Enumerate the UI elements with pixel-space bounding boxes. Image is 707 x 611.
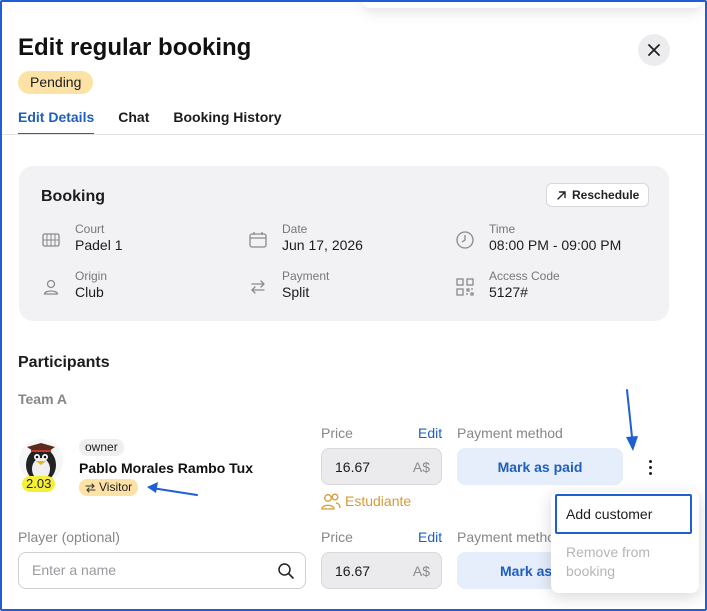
split-arrows-icon: [251, 280, 265, 294]
tab-edit-details[interactable]: Edit Details: [18, 109, 95, 135]
court-label: Court: [75, 222, 105, 236]
arrow-up-right-icon: [557, 190, 566, 200]
role-badge: owner: [79, 439, 124, 456]
team-label: Team A: [18, 391, 68, 407]
player-name-field[interactable]: [18, 552, 306, 589]
modal: Edit regular booking Pending Edit Detail…: [0, 0, 707, 611]
access-code-label: Access Code: [489, 269, 560, 283]
payment-method-label: Payment method: [457, 425, 563, 441]
participants-title: Participants: [18, 354, 110, 371]
page-title: Edit regular booking: [18, 34, 252, 61]
swap-arrows-icon: [85, 482, 96, 493]
more-options-menu: Add customer Remove from booking: [551, 492, 699, 593]
court-icon: [42, 233, 60, 247]
edit-price-link[interactable]: Edit: [418, 529, 442, 545]
price-field[interactable]: 16.67 A$: [321, 552, 442, 589]
tab-booking-history[interactable]: Booking History: [173, 109, 281, 135]
status-badge: Pending: [18, 71, 94, 94]
reschedule-label: Reschedule: [572, 188, 640, 202]
qr-code-icon: [456, 278, 474, 296]
price-field[interactable]: 16.67 A$: [321, 448, 442, 485]
currency-label: A$: [412, 563, 430, 579]
origin-value: Club: [75, 284, 104, 300]
edit-price-link[interactable]: Edit: [418, 425, 442, 441]
player-name-input[interactable]: [32, 562, 262, 578]
annotation-arrow-visitor: [147, 482, 198, 496]
access-code-value: 5127#: [489, 284, 528, 300]
currency-label: A$: [412, 459, 430, 475]
reschedule-button[interactable]: Reschedule: [546, 183, 650, 207]
booking-card-title: Booking: [41, 188, 105, 205]
visitor-badge: Visitor: [79, 479, 139, 496]
payment-method-label: Payment metho: [457, 529, 556, 545]
price-value: 16.67: [335, 459, 371, 475]
origin-label: Origin: [75, 269, 108, 283]
discount-badge[interactable]: Estudiante: [321, 492, 411, 510]
time-value: 08:00 PM - 09:00 PM: [489, 237, 622, 253]
remove-from-booking-menu-item: Remove from booking: [566, 544, 651, 579]
search-icon[interactable]: [277, 562, 295, 580]
visitor-label: Visitor: [99, 480, 133, 494]
close-button[interactable]: [638, 34, 670, 66]
tab-bar: Edit Details Chat Booking History: [18, 109, 282, 135]
dot: [648, 465, 652, 469]
date-value: Jun 17, 2026: [282, 237, 363, 253]
dot: [648, 459, 652, 463]
player-optional-label: Player (optional): [18, 529, 120, 545]
clock-icon: [456, 231, 474, 249]
price-label: Price: [321, 425, 353, 441]
price-label: Price: [321, 529, 353, 545]
dot: [648, 471, 652, 475]
time-label: Time: [489, 222, 516, 236]
user-icon: [43, 279, 59, 295]
booking-card: Booking Reschedule Court Padel 1 Date Ju…: [19, 166, 669, 321]
users-icon: [321, 493, 341, 510]
payment-value: Split: [282, 284, 310, 300]
payment-label: Payment: [282, 269, 330, 283]
calendar-icon: [249, 232, 267, 248]
add-customer-menu-item[interactable]: Add customer: [555, 494, 692, 534]
close-icon: [648, 44, 660, 56]
player-name: Pablo Morales Rambo Tux: [79, 460, 253, 476]
date-label: Date: [282, 222, 308, 236]
more-options-button[interactable]: [640, 455, 660, 479]
annotation-arrow-more-options: [626, 389, 638, 451]
tabs-divider: [2, 134, 705, 135]
discount-label: Estudiante: [345, 493, 412, 509]
price-value: 16.67: [335, 563, 371, 579]
court-value: Padel 1: [75, 237, 123, 253]
tab-chat[interactable]: Chat: [118, 109, 149, 135]
mark-as-paid-button[interactable]: Mark as paid: [457, 448, 623, 485]
rating-badge: 2.03: [22, 476, 56, 492]
